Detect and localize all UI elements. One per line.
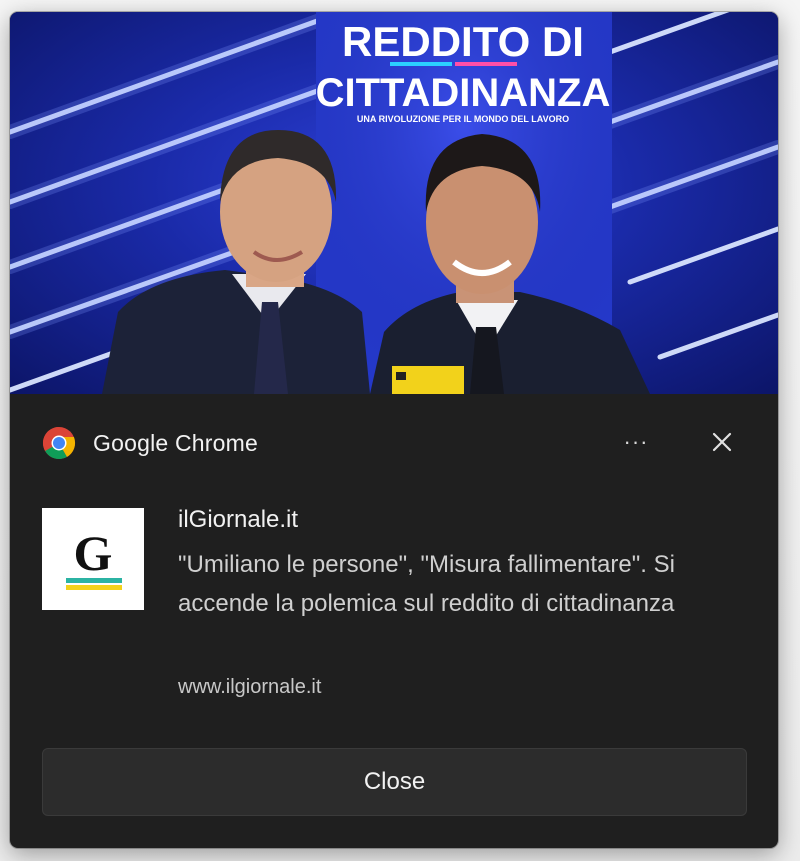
ilgiornale-logo-icon: G [66, 525, 122, 590]
source-logo: G [42, 508, 144, 610]
notification-source: ilGiornale.it [178, 506, 299, 533]
logo-letter: G [74, 525, 113, 581]
notification-hero-image: REDDITO DI CITTADINANZA UNA RIVOLUZIONE … [10, 12, 778, 394]
banner-title-line1: REDDITO DI [342, 18, 584, 65]
banner-tagline: UNA RIVOLUZIONE PER IL MONDO DEL LAVORO [357, 114, 569, 124]
hero-photo: REDDITO DI CITTADINANZA UNA RIVOLUZIONE … [10, 12, 778, 394]
notification-message: "Umiliano le persone", "Misura falliment… [178, 551, 675, 617]
more-horizontal-icon: ··· [623, 429, 649, 454]
more-options-button[interactable]: ··· [614, 420, 658, 464]
notification-header: Google Chrome ··· [10, 394, 778, 494]
notification-url: www.ilgiornale.it [178, 676, 322, 698]
close-button[interactable]: Close [42, 748, 747, 816]
banner-title-line2: CITTADINANZA [316, 71, 611, 115]
notification-toast[interactable]: REDDITO DI CITTADINANZA UNA RIVOLUZIONE … [10, 12, 778, 848]
app-name: Google Chrome [93, 430, 258, 456]
dismiss-button[interactable] [700, 420, 744, 464]
chrome-icon [42, 426, 76, 460]
close-icon [712, 432, 732, 452]
